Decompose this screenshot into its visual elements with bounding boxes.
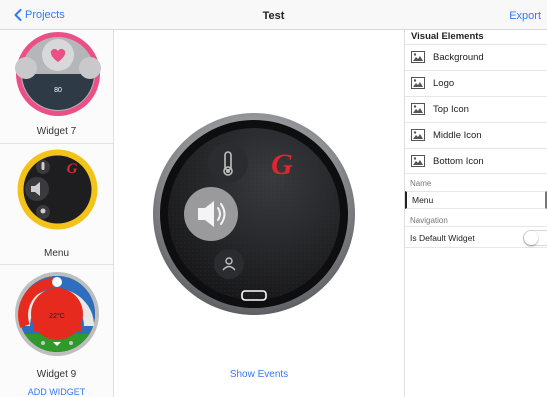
- navigation-bar: Projects Test Export: [0, 0, 547, 30]
- export-button[interactable]: Export: [509, 10, 541, 22]
- widget-item-widget-7[interactable]: 80 Widget 7: [0, 30, 113, 144]
- widget-item-widget-9[interactable]: 22°C Widget 9: [0, 265, 113, 388]
- menu-thumbnail: G: [17, 149, 98, 230]
- default-widget-toggle[interactable]: [523, 230, 547, 246]
- image-icon: [411, 77, 425, 89]
- widget-item-menu[interactable]: G Menu: [0, 144, 113, 265]
- visual-element-label: Top Icon: [433, 104, 469, 115]
- name-field-label: Name: [410, 179, 432, 188]
- add-widget-button[interactable]: ADD WIDGET: [0, 387, 113, 397]
- widget-7-readout: 80: [54, 87, 62, 94]
- visual-element-middle-icon[interactable]: Middle Icon: [405, 122, 547, 148]
- visual-element-logo[interactable]: Logo: [405, 70, 547, 96]
- widget-9-readout: 22°C: [49, 312, 65, 320]
- widget-preview-panel: G Show Events: [114, 30, 405, 397]
- widget-list: 80 Widget 7 G Menu 22°C Widget 9 ADD WID…: [0, 30, 114, 397]
- top-icon-slot[interactable]: [208, 143, 248, 183]
- visual-elements-title: Visual Elements: [411, 31, 484, 42]
- page-title: Test: [262, 10, 285, 22]
- visual-element-label: Logo: [433, 78, 455, 89]
- default-widget-label: Is Default Widget: [410, 233, 475, 243]
- visual-element-bottom-icon[interactable]: Bottom Icon: [405, 148, 547, 174]
- image-icon: [411, 103, 425, 115]
- watch-preview: G: [153, 113, 355, 315]
- visual-element-background[interactable]: Background: [405, 44, 547, 70]
- widget-9-thumbnail: 22°C: [15, 272, 99, 356]
- logo: G: [271, 148, 293, 181]
- image-icon: [411, 155, 425, 167]
- widget-item-label: Widget 7: [36, 126, 77, 137]
- widget-item-label: Menu: [43, 248, 69, 259]
- visual-element-top-icon[interactable]: Top Icon: [405, 96, 547, 122]
- navigation-section-label: Navigation: [410, 216, 448, 225]
- visual-element-label: Middle Icon: [433, 130, 482, 141]
- name-input[interactable]: [405, 191, 547, 209]
- visual-element-label: Bottom Icon: [433, 156, 484, 167]
- toggle-knob: [524, 231, 538, 245]
- image-icon: [411, 51, 425, 63]
- image-icon: [411, 129, 425, 141]
- svg-text:G: G: [67, 161, 78, 177]
- widget-7-thumbnail: 80: [15, 32, 101, 116]
- default-widget-row: Is Default Widget: [405, 226, 547, 248]
- widget-item-label: Widget 9: [36, 369, 77, 380]
- show-events-button[interactable]: Show Events: [114, 369, 404, 380]
- inspector-panel: Visual Elements Background Logo Top Icon…: [405, 30, 547, 397]
- visual-element-label: Background: [433, 52, 484, 63]
